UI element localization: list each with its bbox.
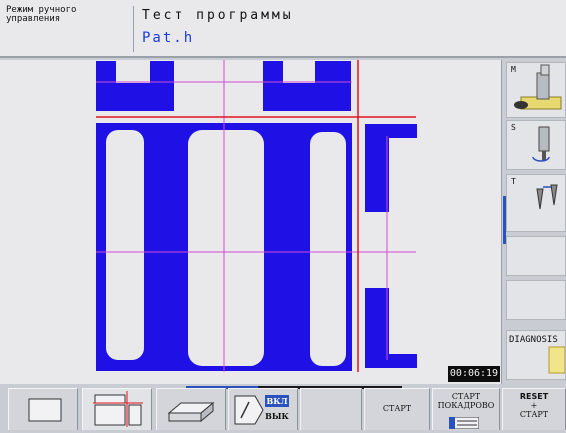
simulation-view[interactable]: 00:06:19 [0,60,502,384]
t-letter: T [511,177,516,186]
t-function-key[interactable]: T [506,174,566,232]
mode-label-line2: управления [6,14,61,24]
reset-label: RESET [519,392,549,401]
diagnosis-label: DIAGNOSIS [509,335,558,345]
three-plane-icon [93,391,143,427]
3d-view-icon [167,401,215,423]
header-bar: Режим ручного управления Тест программы … [0,0,566,58]
slash-block-icon [234,395,264,425]
m-letter: M [511,65,516,74]
plan-view-icon [28,398,62,422]
s-letter: S [511,123,516,132]
start-single-line1: СТАРТ [451,392,481,401]
program-mode-title: Тест программы [142,8,294,23]
right-softkey-panel: M S T DIAGNOSIS [503,60,566,384]
single-block-icon [449,417,479,429]
view-3d-button[interactable] [156,388,226,430]
empty-softkey-bottom[interactable] [300,388,362,430]
machining-time: 00:06:19 [448,366,500,382]
s-function-key[interactable]: S [506,120,566,170]
view-three-plane-button[interactable] [82,388,152,430]
on-label: ВКЛ [265,395,289,407]
pocket-center [188,130,264,366]
reset-plus: + [530,401,538,410]
program-title-box: Тест программы Pat.h [136,6,560,52]
start-label: СТАРТ [382,404,412,413]
empty-softkey-1[interactable] [506,236,566,276]
reset-start-button[interactable]: RESET + СТАРТ [502,388,566,430]
pocket-left [106,130,144,360]
reset-start-label: СТАРТ [519,410,549,419]
program-filename: Pat.h [142,30,195,46]
start-single-block-button[interactable]: СТАРТ ПОКАДРОВО [432,388,500,430]
off-label: ВЫК [265,411,289,421]
pocket-right [310,132,346,366]
block-skip-toggle[interactable]: ВКЛ ВЫК [228,388,298,430]
empty-softkey-2[interactable] [506,280,566,320]
operating-mode-box: Режим ручного управления [6,6,134,52]
diagnosis-key[interactable]: DIAGNOSIS [506,330,566,380]
m-function-key[interactable]: M [506,62,566,118]
start-single-line2: ПОКАДРОВО [437,401,495,410]
view-plan-button[interactable] [8,388,78,430]
workpiece-graphic [96,60,417,372]
start-button[interactable]: СТАРТ [364,388,430,430]
softkey-bar: ВКЛ ВЫК СТАРТ СТАРТ ПОКАДРОВО RESET + СТ… [0,386,566,430]
